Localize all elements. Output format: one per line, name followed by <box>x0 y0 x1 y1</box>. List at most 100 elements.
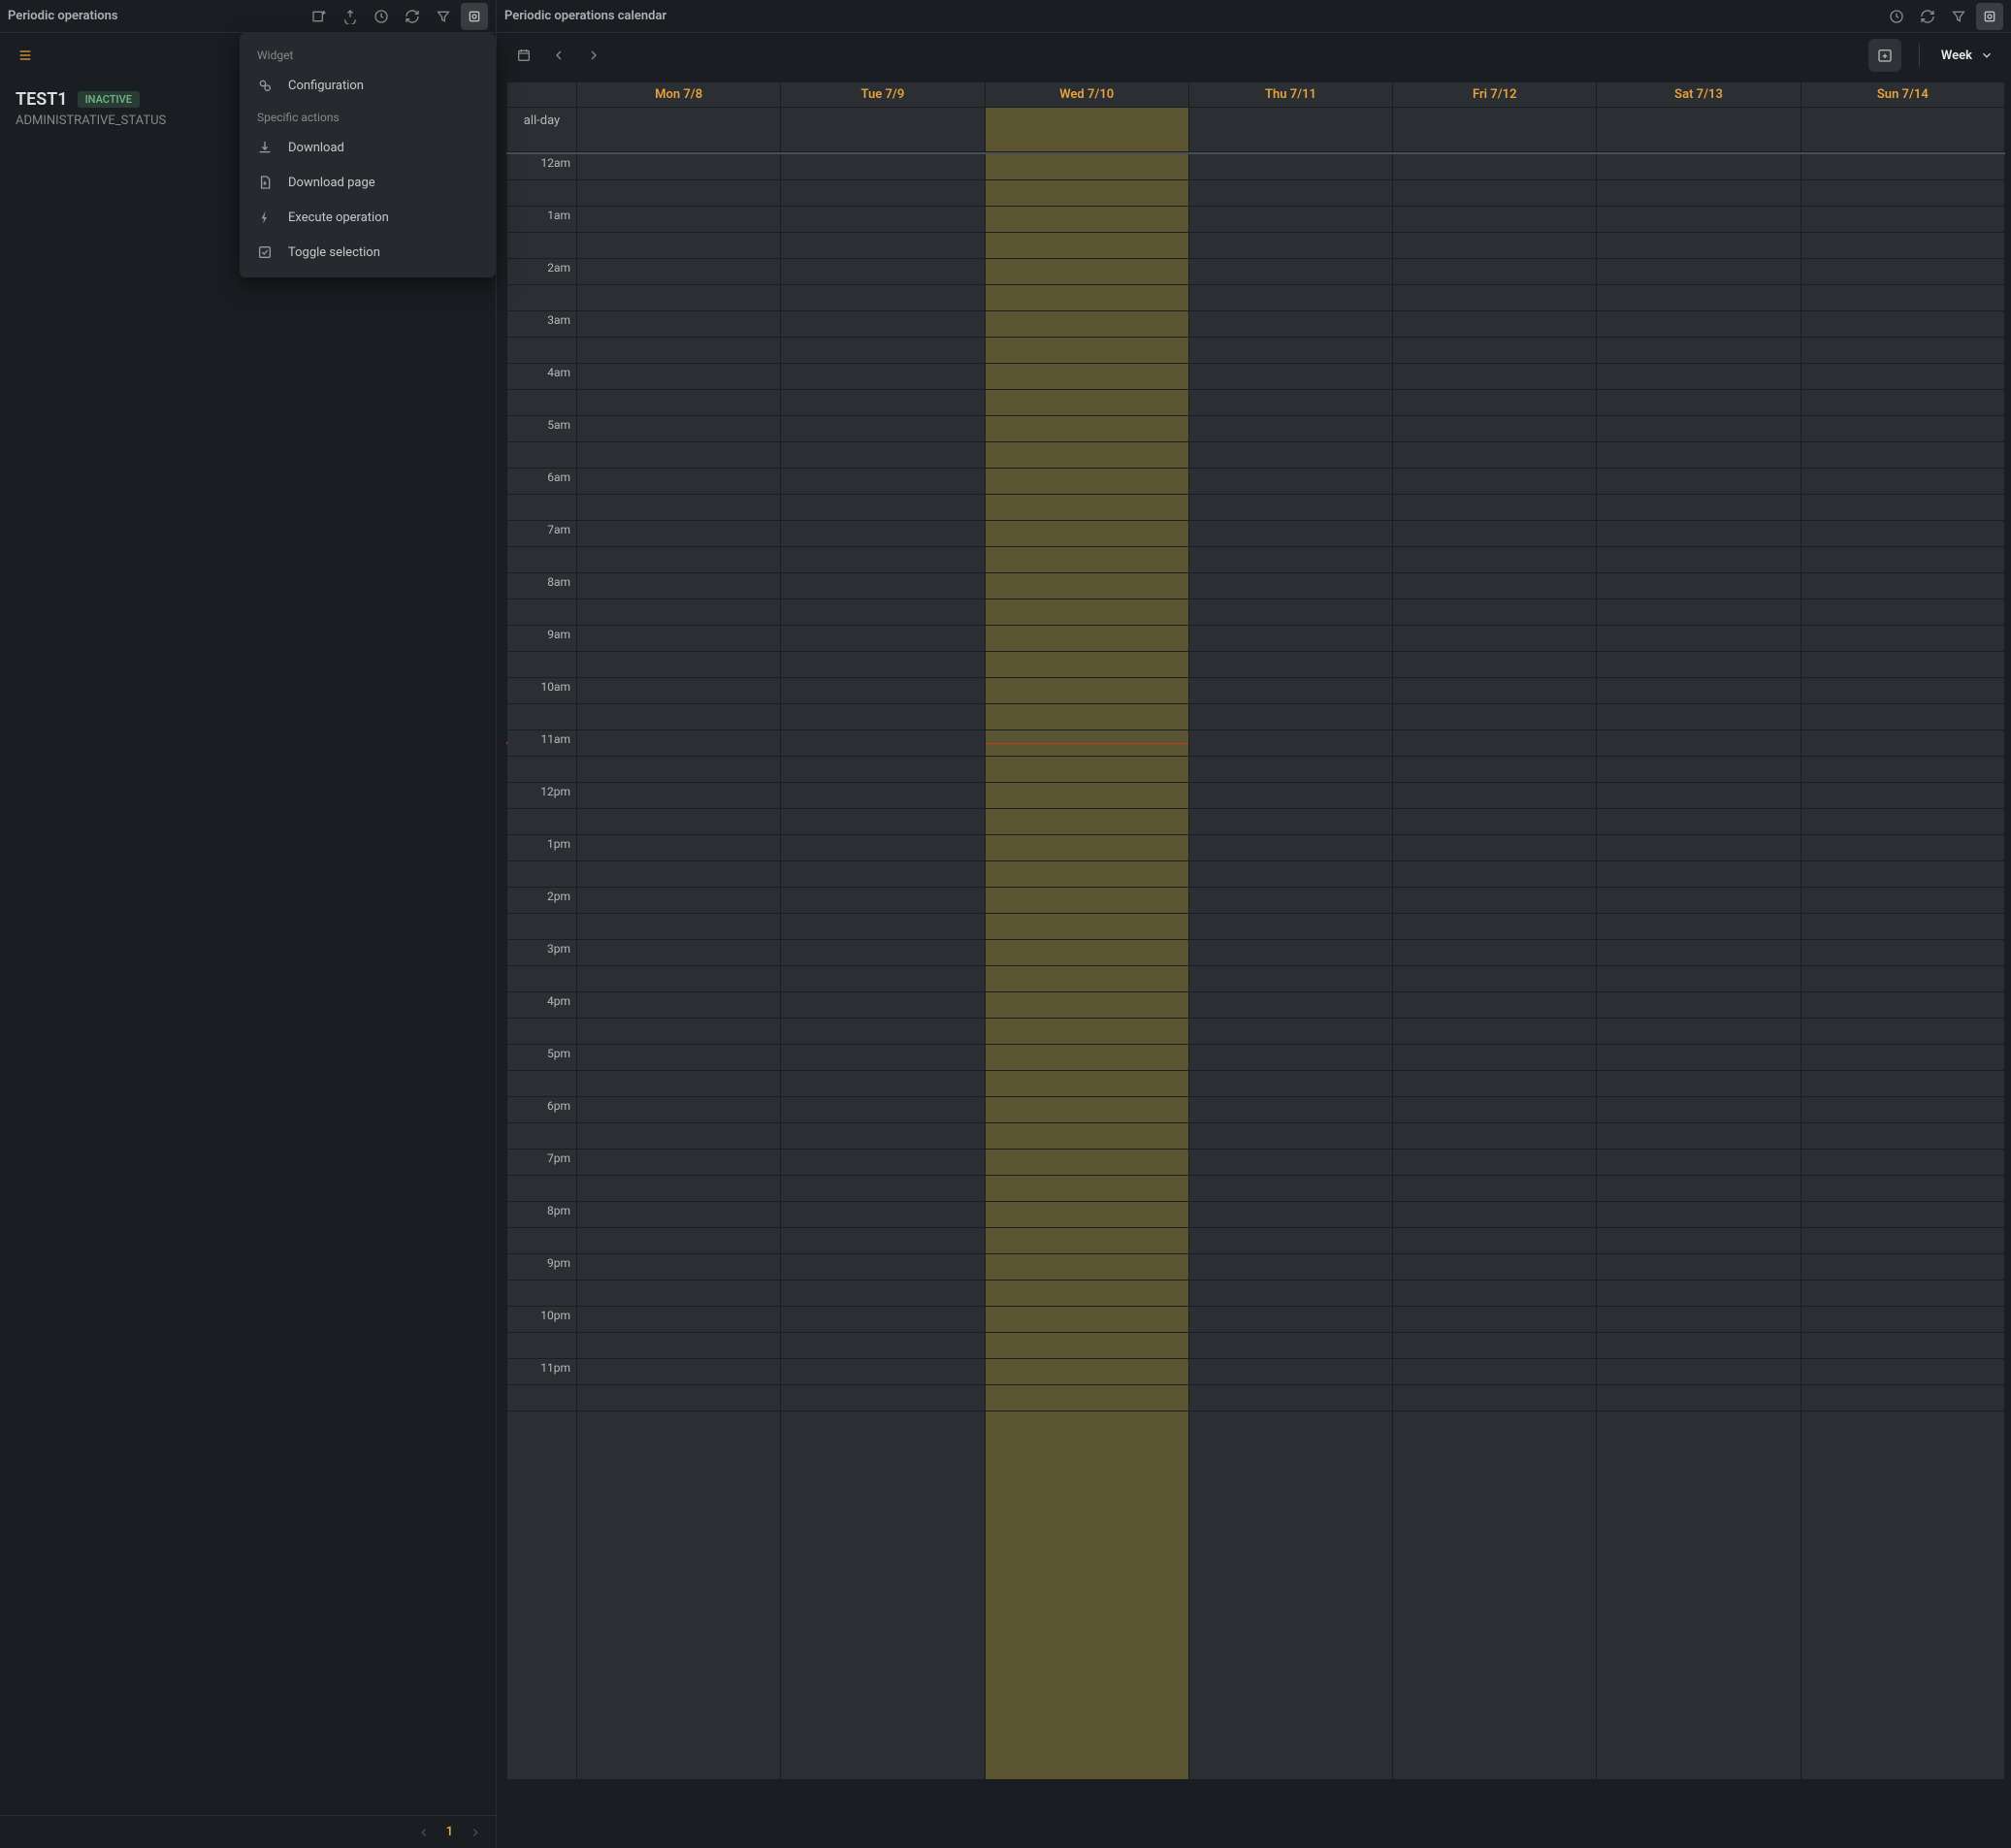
time-slot[interactable] <box>781 468 985 494</box>
time-slot[interactable] <box>1393 1149 1597 1175</box>
time-slot[interactable] <box>1188 808 1392 834</box>
time-slot[interactable] <box>1597 1332 1800 1358</box>
calendar-prev-icon[interactable] <box>545 42 572 69</box>
time-slot[interactable] <box>781 677 985 703</box>
time-slot[interactable] <box>781 913 985 939</box>
time-slot[interactable] <box>1800 1201 2004 1227</box>
time-slot[interactable] <box>781 1070 985 1096</box>
time-slot[interactable] <box>1188 284 1392 310</box>
time-slot[interactable] <box>1393 808 1597 834</box>
time-slot[interactable] <box>1800 1253 2004 1280</box>
time-slot[interactable] <box>1393 703 1597 729</box>
time-slot[interactable] <box>781 232 985 258</box>
time-slot[interactable] <box>1188 337 1392 363</box>
time-slot[interactable] <box>1800 1280 2004 1306</box>
time-slot[interactable] <box>1800 991 2004 1018</box>
time-slot[interactable] <box>1393 1122 1597 1149</box>
time-slot[interactable] <box>1597 494 1800 520</box>
time-slot[interactable] <box>781 1358 985 1384</box>
time-slot[interactable] <box>781 1175 985 1201</box>
time-slot[interactable] <box>577 415 781 441</box>
time-slot[interactable] <box>1800 1070 2004 1096</box>
calendar-body[interactable]: 12am1am2am3am4am5am6am7am8am9am10am11am1… <box>506 152 2005 1780</box>
time-slot[interactable] <box>577 729 781 756</box>
time-slot[interactable] <box>1800 756 2004 782</box>
time-slot[interactable] <box>1393 1384 1597 1410</box>
time-slot[interactable] <box>781 415 985 441</box>
time-slot[interactable] <box>1393 494 1597 520</box>
time-slot[interactable] <box>577 887 781 913</box>
time-slot[interactable] <box>1393 153 1597 179</box>
view-selector[interactable]: Week <box>1937 43 1997 69</box>
time-slot[interactable] <box>1597 1201 1800 1227</box>
time-slot[interactable] <box>1800 1332 2004 1358</box>
time-slot[interactable] <box>1597 546 1800 572</box>
time-slot[interactable] <box>781 599 985 625</box>
time-slot[interactable] <box>1188 389 1392 415</box>
add-operation-icon[interactable] <box>306 3 333 30</box>
time-slot[interactable] <box>1800 546 2004 572</box>
filter-icon[interactable] <box>430 3 457 30</box>
time-slot[interactable] <box>1800 965 2004 991</box>
time-slot[interactable] <box>985 337 1188 363</box>
time-slot[interactable] <box>1597 1227 1800 1253</box>
time-slot[interactable] <box>781 860 985 887</box>
time-slot[interactable] <box>985 625 1188 651</box>
time-slot[interactable] <box>1597 258 1800 284</box>
time-slot[interactable] <box>1597 1280 1800 1306</box>
dropdown-execute[interactable]: Execute operation <box>240 200 496 235</box>
time-slot[interactable] <box>1188 546 1392 572</box>
time-slot[interactable] <box>577 1332 781 1358</box>
time-slot[interactable] <box>577 1018 781 1044</box>
time-slot[interactable] <box>1188 232 1392 258</box>
time-slot[interactable] <box>985 389 1188 415</box>
time-slot[interactable] <box>781 756 985 782</box>
time-slot[interactable] <box>577 677 781 703</box>
time-slot[interactable] <box>1800 860 2004 887</box>
time-slot[interactable] <box>1393 965 1597 991</box>
time-slot[interactable] <box>1393 441 1597 468</box>
time-slot[interactable] <box>1188 991 1392 1018</box>
dropdown-configuration[interactable]: Configuration <box>240 68 496 103</box>
time-slot[interactable] <box>985 991 1188 1018</box>
time-slot[interactable] <box>1188 310 1392 337</box>
time-slot[interactable] <box>1800 258 2004 284</box>
time-slot[interactable] <box>577 337 781 363</box>
time-slot[interactable] <box>985 1044 1188 1070</box>
time-slot[interactable] <box>781 258 985 284</box>
day-header[interactable]: Sun 7/14 <box>1800 82 2004 108</box>
time-slot[interactable] <box>1393 1175 1597 1201</box>
time-slot[interactable] <box>781 939 985 965</box>
time-slot[interactable] <box>1800 1384 2004 1410</box>
all-day-cell[interactable] <box>577 108 781 152</box>
time-slot[interactable] <box>1393 310 1597 337</box>
time-slot[interactable] <box>781 808 985 834</box>
time-slot[interactable] <box>985 834 1188 860</box>
time-slot[interactable] <box>985 1070 1188 1096</box>
time-slot[interactable] <box>1188 1253 1392 1280</box>
time-slot[interactable] <box>985 572 1188 599</box>
time-slot[interactable] <box>1188 599 1392 625</box>
time-slot[interactable] <box>577 232 781 258</box>
calendar-today-icon[interactable] <box>510 42 537 69</box>
day-header[interactable]: Mon 7/8 <box>577 82 781 108</box>
time-slot[interactable] <box>1188 834 1392 860</box>
day-header[interactable]: Fri 7/12 <box>1393 82 1597 108</box>
time-slot[interactable] <box>1800 494 2004 520</box>
time-slot[interactable] <box>577 441 781 468</box>
time-slot[interactable] <box>1188 965 1392 991</box>
time-slot[interactable] <box>1393 913 1597 939</box>
filter-icon[interactable] <box>1945 3 1972 30</box>
time-slot[interactable] <box>1800 284 2004 310</box>
time-slot[interactable] <box>1800 153 2004 179</box>
time-slot[interactable] <box>781 389 985 415</box>
time-slot[interactable] <box>577 1384 781 1410</box>
upload-icon[interactable] <box>337 3 364 30</box>
time-slot[interactable] <box>781 363 985 389</box>
time-slot[interactable] <box>781 1253 985 1280</box>
time-slot[interactable] <box>985 913 1188 939</box>
time-slot[interactable] <box>985 1175 1188 1201</box>
time-slot[interactable] <box>985 887 1188 913</box>
time-slot[interactable] <box>781 337 985 363</box>
time-slot[interactable] <box>781 651 985 677</box>
